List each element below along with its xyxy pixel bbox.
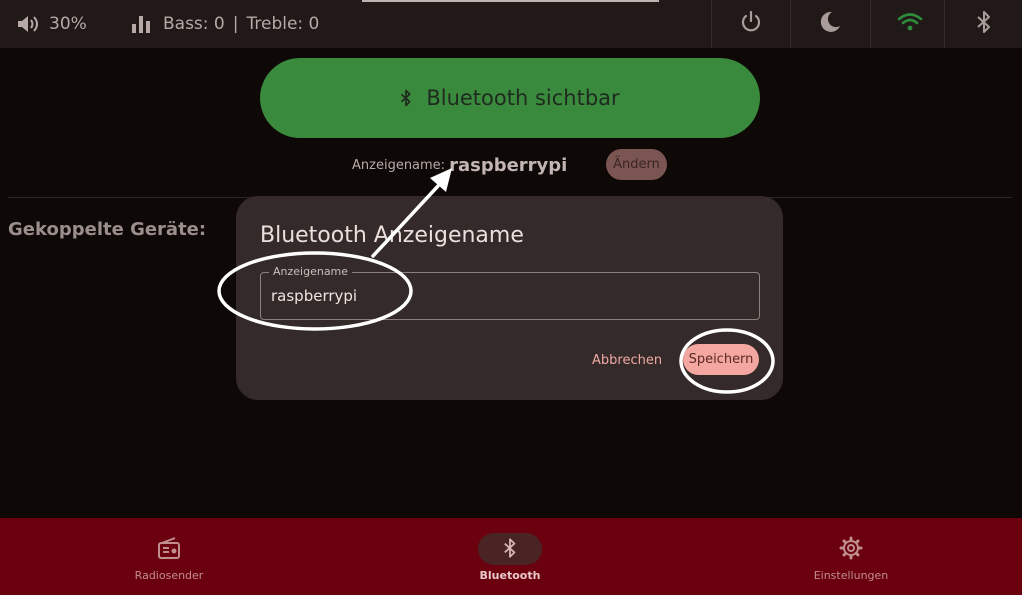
bluetooth-status-button[interactable]	[944, 0, 1022, 48]
nav-radiosender[interactable]: Radiosender	[69, 518, 269, 595]
field-label: Anzeigename	[269, 265, 353, 279]
power-icon	[739, 10, 763, 38]
nav-label: Radiosender	[134, 569, 204, 582]
treble-value: Treble: 0	[246, 14, 320, 34]
save-button[interactable]: Speichern	[683, 344, 759, 375]
equalizer-indicator[interactable]: Bass: 0 | Treble: 0	[131, 0, 319, 48]
display-name-label: Anzeigename:	[352, 157, 446, 173]
display-name-row: Anzeigename: raspberrypi	[352, 152, 567, 178]
display-name-input[interactable]	[271, 285, 741, 307]
moon-icon	[818, 10, 842, 38]
night-mode-button[interactable]	[790, 0, 868, 48]
rename-dialog: Bluetooth Anzeigename Anzeigename Abbrec…	[236, 196, 783, 400]
nav-einstellungen[interactable]: Einstellungen	[751, 518, 951, 595]
dialog-title: Bluetooth Anzeigename	[260, 223, 524, 248]
paired-devices-title: Gekoppelte Geräte:	[8, 219, 207, 240]
nav-label: Bluetooth	[479, 569, 541, 582]
bottom-navigation: Radiosender Bluetooth Einstellungen	[0, 518, 1022, 595]
bass-value: Bass: 0	[163, 14, 225, 34]
bluetooth-icon	[976, 10, 992, 38]
display-name-value: raspberrypi	[449, 154, 568, 176]
display-name-field[interactable]: Anzeigename	[260, 265, 760, 320]
nav-label: Einstellungen	[813, 569, 889, 582]
status-bar: 30% Bass: 0 | Treble: 0	[0, 0, 1022, 48]
equalizer-icon	[131, 15, 151, 33]
wifi-icon	[897, 12, 923, 36]
nav-bluetooth[interactable]: Bluetooth	[410, 518, 610, 595]
gear-icon	[839, 536, 863, 563]
bluetooth-icon	[400, 88, 412, 108]
drag-handle[interactable]	[362, 0, 659, 2]
volume-icon	[16, 14, 40, 34]
change-name-button[interactable]: Ändern	[606, 149, 667, 180]
bluetooth-visible-button[interactable]: Bluetooth sichtbar	[260, 58, 760, 138]
volume-indicator[interactable]: 30%	[16, 0, 87, 48]
bluetooth-icon	[503, 537, 517, 562]
separator: |	[232, 14, 239, 34]
radio-icon	[157, 536, 181, 562]
volume-value: 30%	[49, 14, 87, 34]
cancel-button[interactable]: Abbrechen	[592, 348, 662, 372]
bluetooth-visible-label: Bluetooth sichtbar	[426, 86, 620, 110]
power-button[interactable]	[711, 0, 789, 48]
wifi-button[interactable]	[870, 0, 948, 48]
